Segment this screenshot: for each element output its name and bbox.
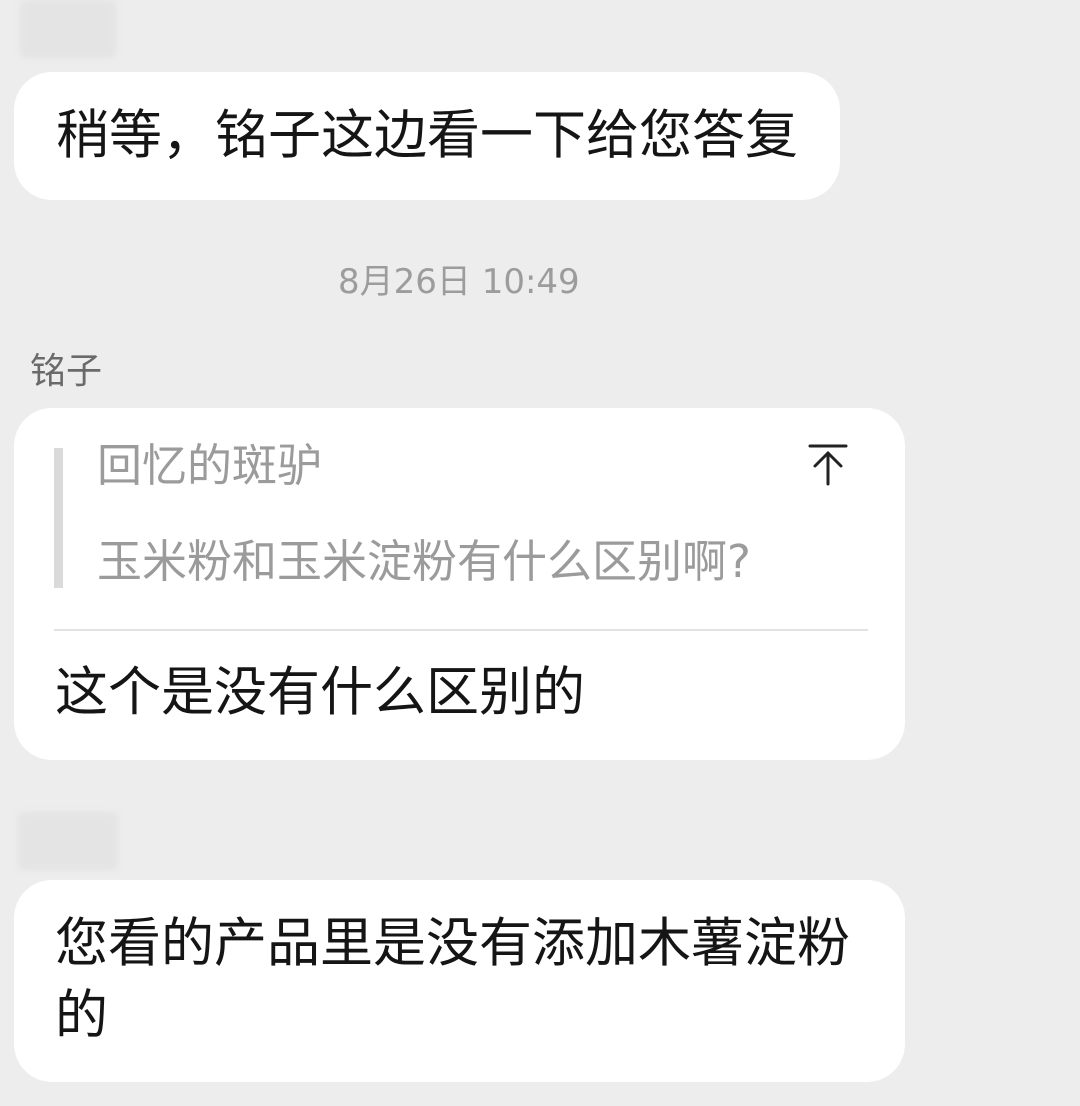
quote-text: 玉米粉和玉米淀粉有什么区别啊? <box>97 535 751 588</box>
arrow-to-top-icon-glyph <box>808 444 848 486</box>
message-text: 稍等，铭子这边看一下给您答复 <box>56 105 798 166</box>
message-text: 这个是没有什么区别的 <box>55 662 585 723</box>
blurred-sender-name <box>20 0 116 58</box>
sender-name: 铭子 <box>30 351 103 392</box>
arrow-to-top-icon[interactable] <box>806 442 850 488</box>
message-text: 您看的产品里是没有添加木薯淀粉的 <box>55 913 850 1046</box>
quoted-message[interactable]: 回忆的斑驴 玉米粉和玉米淀粉有什么区别啊? <box>14 408 905 628</box>
reply-message-bubble[interactable]: 回忆的斑驴 玉米粉和玉米淀粉有什么区别啊? 这个是没有什么区别的 <box>14 408 905 760</box>
message-timestamp: 8月26日 10:49 <box>338 262 580 302</box>
message-bubble[interactable]: 您看的产品里是没有添加木薯淀粉的 <box>14 880 905 1082</box>
quote-author: 回忆的斑驴 <box>97 439 323 492</box>
blurred-sender-name <box>18 812 118 870</box>
quote-bar <box>54 448 63 588</box>
quote-divider <box>54 629 868 631</box>
message-bubble[interactable]: 稍等，铭子这边看一下给您答复 <box>14 72 840 200</box>
